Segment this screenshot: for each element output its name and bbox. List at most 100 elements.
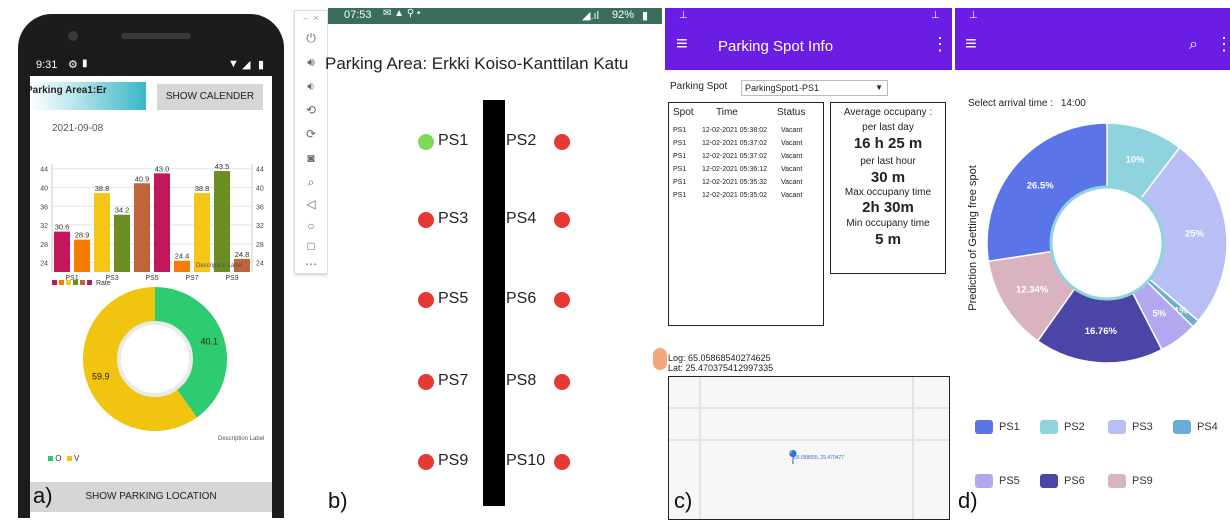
legend-label-ps6: PS6 [1064,475,1085,487]
back-icon[interactable]: ◁ [301,197,321,215]
hamburger-icon[interactable]: ≡ [676,34,688,54]
zoom-icon[interactable]: ⌕ [301,175,321,193]
map-road [699,377,701,519]
more-vert-icon[interactable]: ⋮ [1215,35,1230,53]
y-tick-left: 32 [40,223,48,230]
spot-label-ps10[interactable]: PS10 [506,452,545,470]
legend-label-ps2: PS2 [1064,421,1085,433]
show-calendar-button[interactable]: SHOW CALENDER [157,84,263,110]
home-icon[interactable]: ○ [301,219,321,237]
more-icon[interactable]: ⋯ [301,257,321,275]
status-time: 07:53 [344,9,372,21]
y-tick-left: 36 [40,204,48,211]
spot-status-dot[interactable] [418,134,434,150]
spot-label-ps6[interactable]: PS6 [506,290,536,308]
legend-label-ps9: PS9 [1132,475,1153,487]
dropdown-value: ParkingSpot1-PS1 [745,83,820,93]
chevron-down-icon: ▼ [875,83,883,92]
more-vert-icon[interactable]: ⋮ [931,35,949,53]
donut-hole [117,321,193,397]
bar-description: Description Label [196,263,243,269]
per-day-label: per last day [862,122,914,133]
spot-label-ps2[interactable]: PS2 [506,132,536,150]
row-status: Vacant [781,140,803,147]
row-spot: PS1 [673,192,687,199]
prediction-donut-chart: 10%25%1%5%16.76%12.34%26.5% [986,122,1228,364]
spot-label-ps9[interactable]: PS9 [438,452,468,470]
table-header-status: Status [777,107,806,118]
map-road [912,377,914,519]
battery-icon: ▮ [258,59,265,71]
battery-icon: ▮ [642,10,649,22]
legend-label-ps5: PS5 [999,475,1020,487]
legend-label-ps4: PS4 [1197,421,1218,433]
spot-status-dot[interactable] [418,212,434,228]
spot-status-dot[interactable] [554,212,570,228]
history-table: Spot Time Status PS1 12-02-2021 05:38:02 V… [668,102,824,326]
spot-status-dot[interactable] [418,292,434,308]
y-tick-left: 40 [40,185,48,192]
phone-frame: 9:31 ⚙ ▮ ▼ ◢ ▮ Parking Area1:Er SHOW CAL… [18,14,284,518]
phone-screen: 9:31 ⚙ ▮ ▼ ◢ ▮ Parking Area1:Er SHOW CAL… [30,56,272,518]
parking-spot-dropdown[interactable]: ParkingSpot1-PS1 ▼ [741,80,888,96]
y-tick-left: 44 [40,167,48,174]
power-icon[interactable]: ⏻ [301,31,321,49]
window-controls[interactable]: – × [301,13,321,31]
app-bar: ⊥ ≡ ⌕ ⋮ [955,8,1230,70]
bar-value-label: 38.8 [195,184,210,193]
legend-swatch-v [66,456,72,461]
slice-value-label: 25% [1185,229,1205,240]
battery-level: 92% [612,9,635,21]
wifi-icon: ▼ [228,58,239,70]
bar-value-label: 34.2 [115,206,130,215]
settings-icon: ⚙ [68,59,78,71]
spot-status-dot[interactable] [554,454,570,470]
spot-status-dot[interactable] [418,374,434,390]
spot-status-dot[interactable] [554,134,570,150]
max-label: Max occupany time [844,187,932,198]
map-view[interactable]: 📍︎ 65.058655, 25.470477 [668,376,950,520]
row-status: Vacant [781,192,803,199]
legend-label-o: O [55,454,62,463]
max-value: 2h 30m [862,199,914,216]
lat-coordinate: Lat: 25.470375412997335 [668,363,774,373]
hamburger-icon[interactable]: ≡ [965,34,977,54]
row-time: 12-02-2021 05:37:02 [702,153,767,160]
spot-label-ps7[interactable]: PS7 [438,372,468,390]
x-tick-label: PS9 [225,275,238,280]
notification-icons: ✉ ▲ ⚲ • [383,8,421,19]
spot-label-ps5[interactable]: PS5 [438,290,468,308]
spot-status-dot[interactable] [418,454,434,470]
row-spot: PS1 [673,127,687,134]
row-time: 12-02-2021 05:37:02 [702,140,767,147]
x-tick-label: PS5 [145,275,158,280]
spot-label-ps8[interactable]: PS8 [506,372,536,390]
arrival-value[interactable]: 14:00 [1061,98,1086,109]
bar-ps4 [114,214,130,272]
rotate-right-icon[interactable]: ⟳ [301,127,321,145]
spot-status-dot[interactable] [554,374,570,390]
floating-handle[interactable] [653,348,667,370]
search-icon[interactable]: ⌕ [1189,36,1198,54]
volume-down-icon[interactable]: 🔉︎ [301,79,321,97]
volume-up-icon[interactable]: 🔊︎ [301,55,321,73]
earpiece-speaker [121,33,191,39]
overview-icon[interactable]: □ [301,239,321,257]
row-status: Vacant [781,153,803,160]
y-tick-left: 28 [40,242,48,249]
panel-label-d: d) [958,488,978,513]
spot-label-ps3[interactable]: PS3 [438,210,468,228]
row-status: Vacant [781,166,803,173]
bar-ps7 [174,260,190,272]
spot-label-ps4[interactable]: PS4 [506,210,536,228]
spot-label-ps1[interactable]: PS1 [438,132,468,150]
pin-icon: ⊥ [679,10,688,21]
rotate-left-icon[interactable]: ⟲ [301,103,321,121]
legend-swatch-ps9 [1108,474,1126,488]
camera-icon[interactable]: ◙ [301,151,321,169]
per-day-value: 16 h 25 m [853,135,923,152]
spot-status-dot[interactable] [554,292,570,308]
legend-swatch-ps3 [1108,420,1126,434]
show-parking-location-button[interactable]: SHOW PARKING LOCATION [30,482,272,512]
bar-ps1 [54,231,70,272]
